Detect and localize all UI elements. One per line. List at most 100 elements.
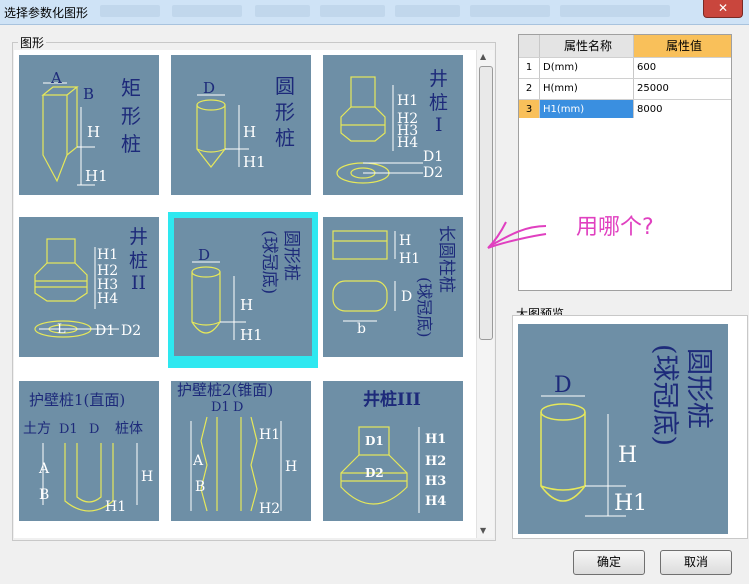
tile-well-pile-2[interactable]: H1 H2 H3 H4 L D1 D2 井 桩 II	[14, 212, 164, 368]
tile-caption: 桩	[429, 92, 448, 114]
dim-h3: H3	[425, 474, 446, 489]
tile-round-pile[interactable]: D H H1 圆 形 桩	[166, 50, 316, 206]
value-cell[interactable]: 600	[634, 58, 731, 78]
dim-d1: D1	[365, 434, 384, 448]
dim-a: A	[192, 453, 204, 469]
tile-rect-pile[interactable]: A B H H1 矩 形 桩	[14, 50, 164, 206]
preview-caption: (球冠底)	[649, 344, 680, 446]
dim-h1: H1	[397, 93, 418, 109]
tile-caption: (球冠底)	[259, 230, 279, 294]
window-title: 选择参数化图形	[4, 6, 89, 20]
preview-caption: 圆形桩	[683, 348, 714, 429]
tile-caption: II	[131, 272, 146, 294]
tile-image: 护壁桩1(直面) 土方 D1 D 桩体 A B H H1	[19, 381, 159, 521]
dim-d: D	[554, 373, 572, 398]
dim-d: D	[198, 246, 210, 264]
preview-box: D H H1 圆形桩 (球冠底)	[512, 315, 748, 539]
shape-gallery: A B H H1 矩 形 桩 D H H1 圆 形 桩 H1 H2 H3 H4	[14, 50, 476, 538]
tile-caption: 桩	[129, 250, 148, 272]
dim-h: H	[243, 123, 256, 141]
dim-b: B	[83, 85, 94, 103]
property-table: 属性名称 属性值 1 D(mm) 600 2 H(mm) 25000 3 H1(…	[518, 34, 732, 122]
dim-d1: D1	[95, 323, 115, 339]
table-row[interactable]: 2 H(mm) 25000	[519, 79, 731, 100]
dim-d: D	[89, 422, 99, 437]
dim-d2: D2	[423, 165, 443, 181]
dim-d1: D1	[211, 400, 230, 415]
tile-round-pile-dome[interactable]: D H H1 圆形桩 (球冠底)	[168, 212, 318, 368]
dim-h1: H1	[85, 167, 108, 185]
tile-caption: 矩	[121, 76, 141, 100]
tile-image: D H H1 圆 形 桩	[171, 55, 311, 195]
tile-long-round-pile-dome[interactable]: H H1 D b 长圆柱桩 (球冠底)	[318, 212, 468, 368]
dim-d: D	[233, 400, 243, 415]
label-pile-body: 桩体	[115, 420, 143, 437]
dim-h1: H1	[259, 427, 280, 443]
dim-h4: H4	[425, 494, 446, 509]
preview-image: D H H1 圆形桩 (球冠底)	[518, 324, 728, 534]
tile-caption: 长圆柱桩	[436, 225, 456, 293]
dim-b: B	[39, 487, 49, 503]
tile-title: 井桩III	[363, 389, 421, 410]
dim-h1: H1	[240, 326, 263, 344]
tile-caption: 圆	[275, 74, 295, 98]
header-property-name: 属性名称	[540, 35, 634, 57]
table-row[interactable]: 1 D(mm) 600	[519, 58, 731, 79]
tile-well-pile-1[interactable]: H1 H2 H3 H4 D1 D2 井 桩 I	[318, 50, 468, 206]
background-toolbar-ghost	[172, 5, 242, 17]
shape-group-label: 图形	[18, 34, 47, 51]
background-toolbar-ghost	[560, 5, 670, 17]
tile-image: H1 H2 H3 H4 L D1 D2 井 桩 II	[19, 217, 159, 357]
cancel-button[interactable]: 取消	[660, 550, 732, 575]
tile-caption: 井	[429, 68, 448, 90]
dim-d: D	[401, 289, 412, 305]
handwritten-annotation: 用哪个?	[484, 196, 684, 260]
dim-h1: H1	[105, 499, 126, 515]
tile-image: A B H H1 矩 形 桩	[19, 55, 159, 195]
tile-caption: (球冠底)	[415, 277, 434, 338]
dim-h: H	[399, 233, 411, 249]
dim-h: H	[618, 443, 637, 468]
dim-a: A	[38, 461, 50, 477]
dim-h1: H1	[614, 491, 647, 516]
gallery-scrollbar[interactable]: ▲ ▼	[476, 50, 494, 538]
dim-h1: H1	[97, 247, 118, 263]
dim-l: L	[57, 322, 66, 337]
ok-button[interactable]: 确定	[573, 550, 645, 575]
dim-h: H	[240, 296, 253, 314]
tile-title: 护壁桩1(直面)	[29, 391, 125, 409]
tile-retaining-pile-2[interactable]: 护壁桩2(锥面) D1 D A B H H1 H2	[166, 376, 316, 532]
tile-well-pile-3[interactable]: 井桩III D1 D2 H1 H2 H3 H4	[318, 376, 468, 532]
dim-h1: H1	[425, 432, 446, 447]
dim-d: D	[203, 79, 215, 97]
dim-h: H	[87, 123, 100, 141]
dim-h2: H2	[259, 501, 280, 517]
arrow-icon	[487, 221, 547, 249]
tile-caption: 形	[275, 100, 295, 124]
dim-b: b	[357, 321, 366, 337]
value-cell[interactable]: 25000	[634, 79, 731, 99]
title-bar: 选择参数化图形 ✕	[0, 0, 749, 25]
dim-h: H	[285, 459, 297, 475]
dim-d1: D1	[59, 422, 78, 437]
scroll-down-icon[interactable]: ▼	[480, 526, 486, 535]
label-earthwork: 土方	[23, 421, 51, 437]
close-icon: ✕	[717, 1, 729, 15]
tile-caption: 形	[121, 104, 141, 128]
close-button[interactable]: ✕	[703, 0, 743, 18]
tile-caption: 井	[129, 226, 148, 248]
background-toolbar-ghost	[470, 5, 550, 17]
background-toolbar-ghost	[100, 5, 160, 17]
dim-h2: H2	[425, 454, 446, 469]
tile-image: H1 H2 H3 H4 D1 D2 井 桩 I	[323, 55, 463, 195]
tile-caption: 桩	[275, 126, 295, 150]
dim-h4: H4	[397, 135, 418, 151]
tile-image: 井桩III D1 D2 H1 H2 H3 H4	[323, 381, 463, 521]
tile-retaining-pile-1[interactable]: 护壁桩1(直面) 土方 D1 D 桩体 A B H H1	[14, 376, 164, 532]
tile-image: 护壁桩2(锥面) D1 D A B H H1 H2	[171, 381, 311, 521]
value-cell[interactable]: 8000	[634, 100, 731, 120]
dim-d1: D1	[423, 149, 443, 165]
tile-title: 护壁桩2(锥面)	[177, 381, 273, 399]
scroll-up-icon[interactable]: ▲	[480, 52, 486, 61]
header-property-value: 属性值	[634, 35, 731, 57]
